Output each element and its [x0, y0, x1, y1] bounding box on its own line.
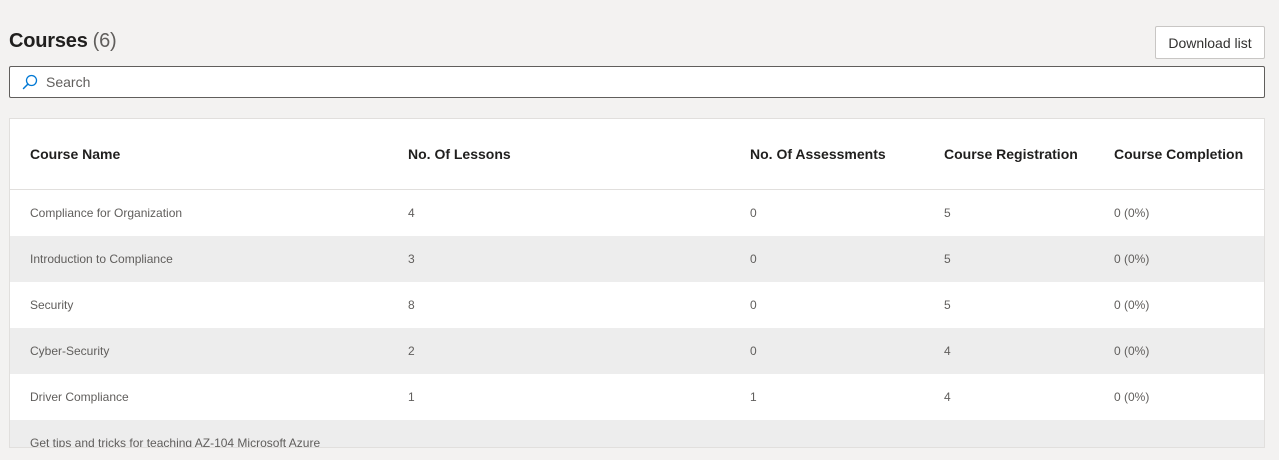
cell-completion: 0 (0%) [1114, 252, 1150, 266]
column-header-course-name[interactable]: Course Name [30, 119, 120, 190]
table-row[interactable]: Get tips and tricks for teaching AZ-104 … [10, 420, 1264, 448]
cell-completion: 0 (0%) [1114, 298, 1150, 312]
cell-assessments: 1 [750, 390, 757, 404]
cell-registration: 4 [944, 344, 951, 358]
course-count: (6) [92, 30, 117, 52]
title-text: Courses [9, 30, 88, 52]
cell-course-name: Driver Compliance [30, 390, 129, 404]
cell-lessons: 4 [408, 206, 415, 220]
cell-registration: 5 [944, 252, 951, 266]
column-header-assessments[interactable]: No. Of Assessments [750, 119, 886, 190]
column-header-registration[interactable]: Course Registration [944, 119, 1078, 190]
column-header-lessons[interactable]: No. Of Lessons [408, 119, 511, 190]
cell-registration: 4 [944, 390, 951, 404]
table-row[interactable]: Security 8 0 5 0 (0%) [10, 282, 1264, 328]
cell-lessons: 3 [408, 252, 415, 266]
cell-assessments: 0 [750, 344, 757, 358]
cell-lessons: 2 [408, 344, 415, 358]
table-row[interactable]: Driver Compliance 1 1 4 0 (0%) [10, 374, 1264, 420]
cell-course-name: Cyber-Security [30, 344, 110, 358]
cell-completion: 0 (0%) [1114, 206, 1150, 220]
page-header: Courses (6) Download list [9, 26, 1265, 60]
search-input[interactable] [46, 68, 1264, 96]
cell-course-name: Get tips and tricks for teaching AZ-104 … [30, 436, 321, 448]
cell-course-name: Introduction to Compliance [30, 252, 173, 266]
download-list-button[interactable]: Download list [1155, 26, 1265, 59]
search-icon [22, 74, 38, 90]
table-header: Course Name No. Of Lessons No. Of Assess… [10, 119, 1264, 190]
cell-lessons: 8 [408, 298, 415, 312]
cell-lessons: 1 [408, 390, 415, 404]
table-row[interactable]: Compliance for Organization 4 0 5 0 (0%) [10, 190, 1264, 236]
cell-registration: 5 [944, 206, 951, 220]
cell-course-name: Security [30, 298, 74, 312]
cell-assessments: 0 [750, 252, 757, 266]
cell-completion: 0 (0%) [1114, 390, 1150, 404]
search-box[interactable] [9, 66, 1265, 98]
courses-page: Courses(6) Download list Course Name No.… [0, 0, 1279, 460]
table-row[interactable]: Introduction to Compliance 3 0 5 0 (0%) [10, 236, 1264, 282]
table-row[interactable]: Cyber-Security 2 0 4 0 (0%) [10, 328, 1264, 374]
cell-course-name: Compliance for Organization [30, 206, 183, 220]
page-title: Courses (6) [9, 30, 117, 53]
cell-assessments: 0 [750, 206, 757, 220]
cell-completion: 0 (0%) [1114, 344, 1150, 358]
cell-registration: 5 [944, 298, 951, 312]
column-header-completion[interactable]: Course Completion [1114, 119, 1243, 190]
cell-assessments: 0 [750, 298, 757, 312]
courses-table: Course Name No. Of Lessons No. Of Assess… [9, 118, 1265, 448]
